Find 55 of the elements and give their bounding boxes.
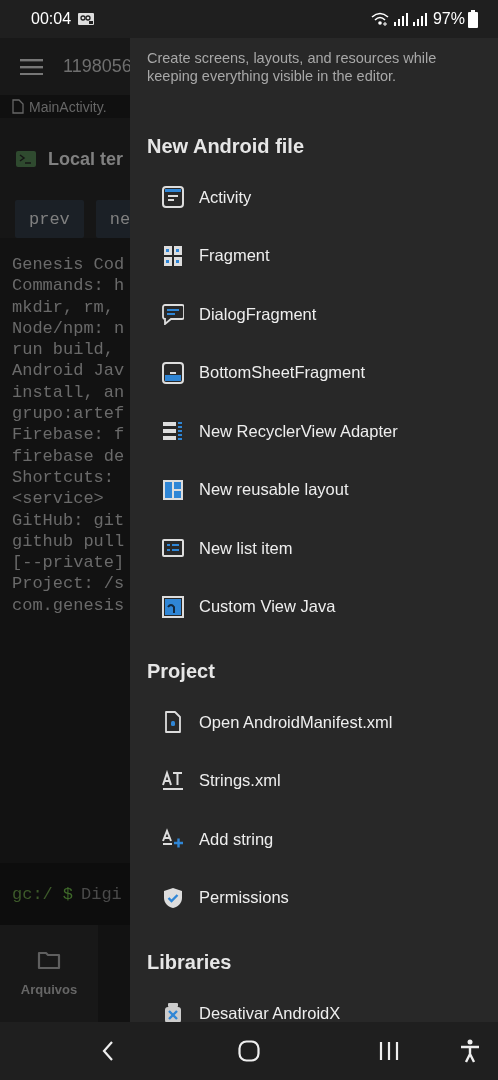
add-text-icon	[162, 828, 184, 851]
nav-tab-label: Arquivos	[20, 982, 78, 997]
activity-icon	[162, 186, 184, 209]
bottom-sheet-icon	[162, 361, 184, 384]
app-title: 1198056	[63, 56, 130, 77]
menu-item[interactable]: New list item	[147, 519, 498, 578]
custom-view-icon	[162, 595, 184, 618]
menu-item[interactable]: New RecyclerView Adapter	[147, 402, 498, 461]
chat-bubble-icon	[162, 303, 184, 326]
clock: 00:04	[31, 10, 72, 28]
menu-item[interactable]: Permissions	[147, 868, 498, 927]
section-heading: New Android file	[147, 134, 306, 159]
file-tab-label: MainActivity.	[29, 98, 107, 115]
menu-item[interactable]: DialogFragment	[147, 285, 498, 344]
list-icon	[162, 420, 184, 443]
menu-item[interactable]: Fragment	[147, 226, 498, 285]
accessibility-icon[interactable]	[459, 1039, 481, 1063]
signal-icon	[392, 11, 409, 27]
home-icon[interactable]	[238, 1040, 260, 1062]
section-heading: Project	[147, 659, 216, 684]
terminal-icon	[16, 151, 36, 167]
menu-item[interactable]: Add string	[147, 810, 498, 869]
command-input[interactable]: Digi	[81, 884, 130, 904]
voicemail-icon	[77, 12, 96, 26]
section-heading: Libraries	[147, 950, 233, 975]
document-icon	[162, 711, 184, 734]
battery-icon	[468, 10, 478, 28]
grid-icon	[162, 244, 184, 267]
text-icon	[162, 769, 184, 792]
layout-icon	[162, 478, 184, 501]
signal-icon	[411, 11, 428, 27]
terminal-button[interactable]: prev	[15, 200, 84, 238]
menu-item[interactable]: Open AndroidManifest.xml	[147, 693, 498, 752]
recents-icon[interactable]	[378, 1041, 400, 1061]
menu-item[interactable]: Desativar AndroidX	[147, 984, 498, 1022]
menu-item[interactable]: Activity	[147, 168, 498, 227]
battery-percent: 97%	[432, 10, 465, 28]
menu-icon[interactable]	[20, 58, 43, 75]
terminal-button[interactable]: ne	[95, 200, 130, 238]
prompt-path: gc:/	[12, 884, 53, 904]
wifi-icon	[369, 11, 390, 27]
prompt-symbol: $	[62, 884, 73, 904]
jar-x-icon	[162, 1002, 184, 1022]
folder-icon	[37, 950, 61, 970]
shield-check-icon	[162, 886, 184, 909]
menu-item[interactable]: BottomSheetFragment	[147, 343, 498, 402]
list-item-icon	[162, 537, 184, 560]
terminal-title: Local ter	[48, 148, 124, 170]
menu-item[interactable]: Strings.xml	[147, 751, 498, 810]
back-icon[interactable]	[102, 1040, 114, 1062]
drawer-subtitle: Create screens, layouts, and resources while keeping everything visible in the editor.	[147, 49, 438, 85]
file-icon	[12, 99, 24, 114]
menu-item[interactable]: Custom View Java	[147, 577, 498, 636]
terminal-output: Genesis Cod Commands: h mkdir, rm, Node/npm: n run build, Android Jav install, an grupo:artef Firebase: f firebase de Shortcuts: <service> GitHub: git github pull [--private] Project: /s com.genesis	[11, 254, 126, 617]
menu-item[interactable]: New reusable layout	[147, 460, 498, 519]
